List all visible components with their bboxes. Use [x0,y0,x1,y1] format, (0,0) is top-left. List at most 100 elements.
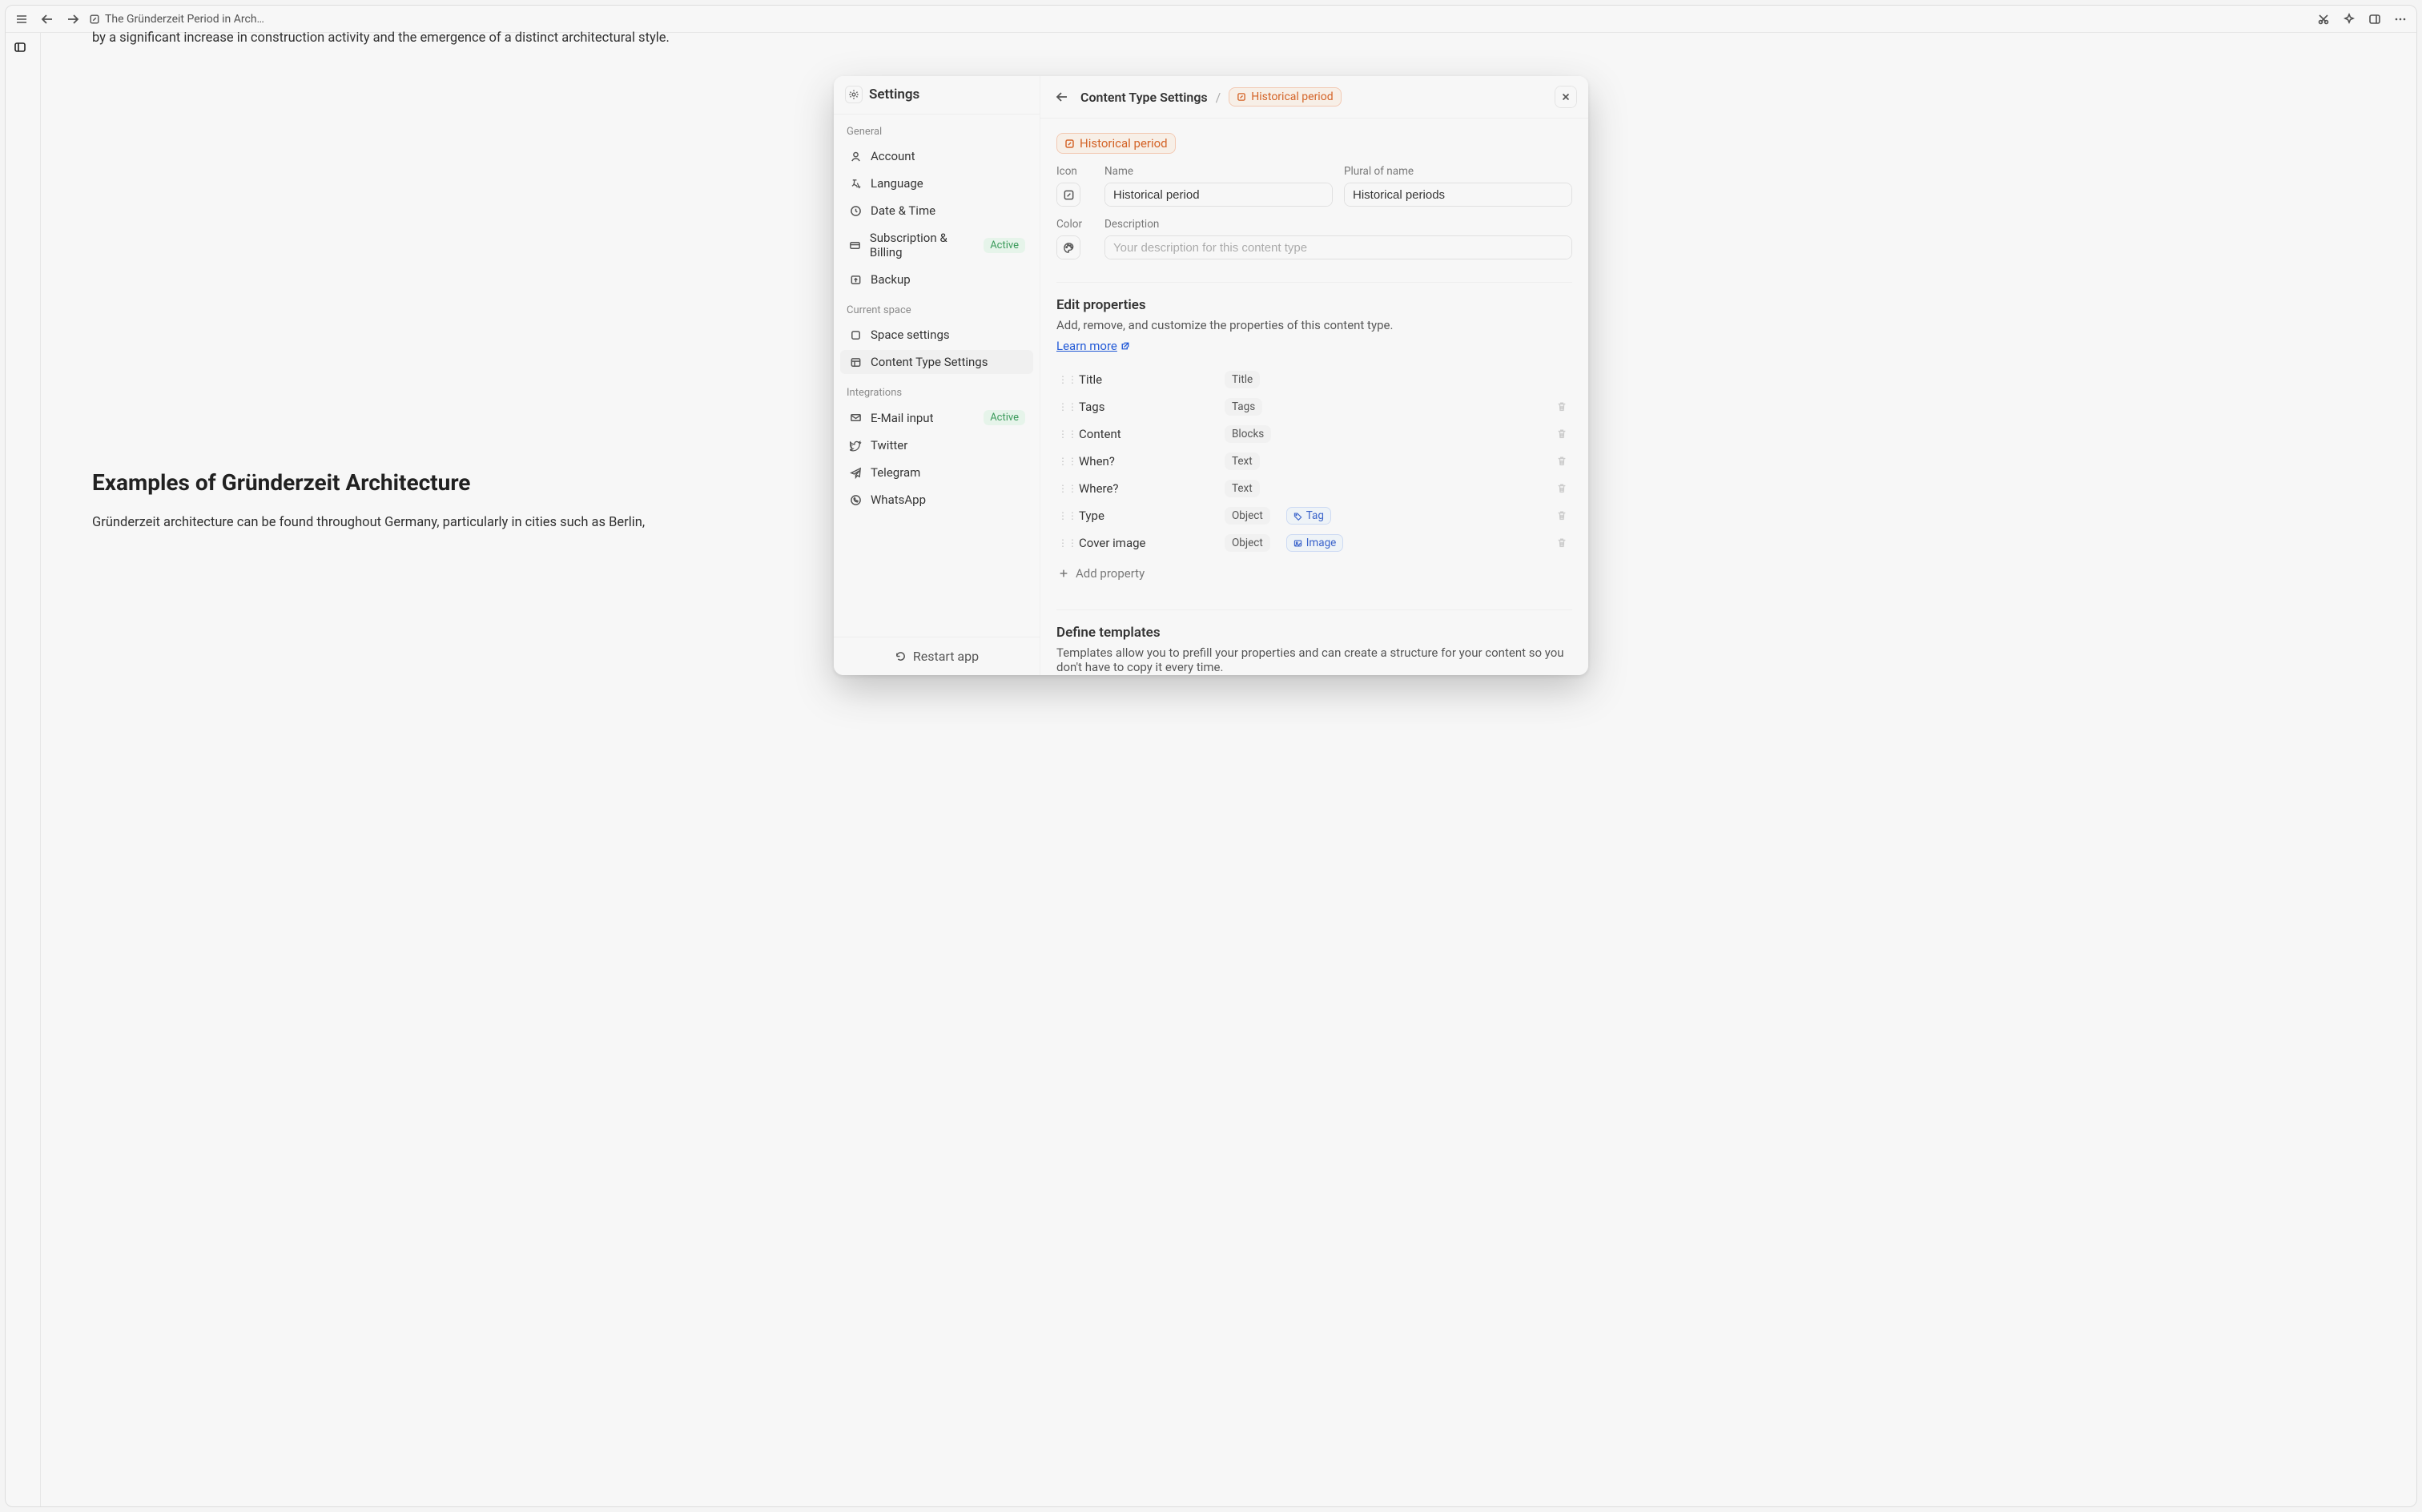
delete-property-button[interactable] [1556,537,1571,549]
description-input[interactable] [1104,235,1572,259]
icon-label: Icon [1056,165,1093,178]
templates-title: Define templates [1056,625,1572,641]
active-badge: Active [984,238,1025,253]
sidebar-item-account[interactable]: Account [840,144,1033,168]
delete-property-button[interactable] [1556,483,1571,494]
property-name: Content [1079,427,1215,441]
plural-label: Plural of name [1344,165,1572,178]
name-input[interactable] [1104,183,1333,207]
property-name: Cover image [1079,536,1215,550]
mail-icon [848,412,863,424]
group-current-space: Current space [834,293,1040,321]
sidebar-item-label: Space settings [871,328,950,342]
drag-handle-icon[interactable]: ⋮⋮ [1058,537,1069,549]
sidebar-item-label: Language [871,176,923,191]
close-button[interactable] [1555,86,1577,108]
user-icon [848,151,863,163]
tab-title-text: The Gründerzeit Period in Arch… [105,13,264,26]
layout-icon [848,356,863,368]
sidebar-item-label: WhatsApp [871,493,926,507]
property-name: Type [1079,509,1215,523]
clock-icon [848,205,863,217]
property-row[interactable]: ⋮⋮ Title Title [1056,366,1572,393]
drag-handle-icon[interactable]: ⋮⋮ [1058,483,1069,494]
sidebar-item-label: Subscription & Billing [870,231,976,259]
content-type-chip-large[interactable]: Historical period [1056,133,1176,154]
panel-right-icon[interactable] [2365,10,2384,29]
restart-label: Restart app [913,649,979,664]
settings-title-text: Settings [869,86,919,103]
menu-icon[interactable] [12,10,31,29]
delete-property-button[interactable] [1556,510,1571,521]
settings-sidebar: Settings General Account Language Date &… [834,76,1040,675]
sidebar-item-telegram[interactable]: Telegram [840,460,1033,485]
content-type-chip[interactable]: Historical period [1229,87,1341,107]
sidebar-item-label: E-Mail input [871,411,933,425]
property-row[interactable]: ⋮⋮ When? Text [1056,448,1572,475]
property-type-pill: Text [1225,452,1260,470]
property-type-pill: Blocks [1225,425,1271,443]
property-row[interactable]: ⋮⋮ Content Blocks [1056,420,1572,448]
back-button[interactable] [1052,86,1072,107]
add-property-button[interactable]: Add property [1056,560,1572,587]
edit-icon [1237,92,1246,102]
property-row[interactable]: ⋮⋮ Cover image Object Image [1056,529,1572,557]
chip-label: Historical period [1080,136,1168,151]
group-integrations: Integrations [834,376,1040,404]
edit-icon [89,14,100,25]
learn-more-text: Learn more [1056,339,1117,353]
property-row[interactable]: ⋮⋮ Where? Text [1056,475,1572,502]
chip-label: Historical period [1251,90,1333,103]
drag-handle-icon[interactable]: ⋮⋮ [1058,456,1069,467]
cut-icon[interactable] [2314,10,2333,29]
name-label: Name [1104,165,1333,178]
sidebar-item-subscription[interactable]: Subscription & Billing Active [840,226,1033,264]
app-window: The Gründerzeit Period in Arch… by a sig… [5,5,2417,1507]
sidebar-item-email[interactable]: E-Mail inputActive [840,405,1033,430]
square-icon [848,329,863,341]
sidebar-item-label: Content Type Settings [871,355,988,369]
sidebar-item-space-settings[interactable]: Space settings [840,323,1033,347]
icon-picker-button[interactable] [1056,183,1080,207]
sidebar-item-label: Date & Time [871,203,935,218]
sidebar-toggle-icon[interactable] [14,41,32,54]
settings-title: Settings [834,76,1040,114]
tab-title[interactable]: The Gründerzeit Period in Arch… [89,13,264,26]
sparkle-icon[interactable] [2340,10,2359,29]
drag-handle-icon[interactable]: ⋮⋮ [1058,428,1069,440]
property-type-pill: Object [1225,534,1270,552]
drag-handle-icon[interactable]: ⋮⋮ [1058,374,1069,385]
delete-property-button[interactable] [1556,428,1571,440]
drag-handle-icon[interactable]: ⋮⋮ [1058,510,1069,521]
restart-app-button[interactable]: Restart app [834,637,1040,675]
drag-handle-icon[interactable]: ⋮⋮ [1058,401,1069,412]
delete-property-button[interactable] [1556,456,1571,467]
forward-icon[interactable] [63,10,82,29]
sidebar-item-content-type[interactable]: Content Type Settings [840,350,1033,374]
color-picker-button[interactable] [1056,235,1080,259]
sidebar-item-language[interactable]: Language [840,171,1033,195]
sidebar-item-twitter[interactable]: Twitter [840,433,1033,457]
back-icon[interactable] [38,10,57,29]
delete-property-button[interactable] [1556,401,1571,412]
more-icon[interactable] [2391,10,2410,29]
learn-more-link[interactable]: Learn more [1056,339,1130,353]
property-row[interactable]: ⋮⋮ Type Object Tag [1056,502,1572,529]
plural-input[interactable] [1344,183,1572,207]
templates-desc: Templates allow you to prefill your prop… [1056,645,1572,674]
group-general: General [834,115,1040,143]
card-icon [848,239,862,251]
settings-modal: Settings General Account Language Date &… [834,76,1588,675]
content-area: by a significant increase in constructio… [6,33,2416,1506]
property-name: Tags [1079,400,1215,414]
property-type-pill: Tags [1225,398,1262,416]
sidebar-item-whatsapp[interactable]: WhatsApp [840,488,1033,512]
sidebar-item-label: Twitter [871,438,907,452]
sidebar-item-backup[interactable]: Backup [840,267,1033,292]
property-row[interactable]: ⋮⋮ Tags Tags [1056,393,1572,420]
add-property-label: Add property [1076,566,1145,581]
breadcrumb: Content Type Settings [1080,90,1208,105]
object-type-pill: Image [1286,534,1344,552]
sidebar-item-datetime[interactable]: Date & Time [840,199,1033,223]
property-type-pill: Object [1225,507,1270,525]
